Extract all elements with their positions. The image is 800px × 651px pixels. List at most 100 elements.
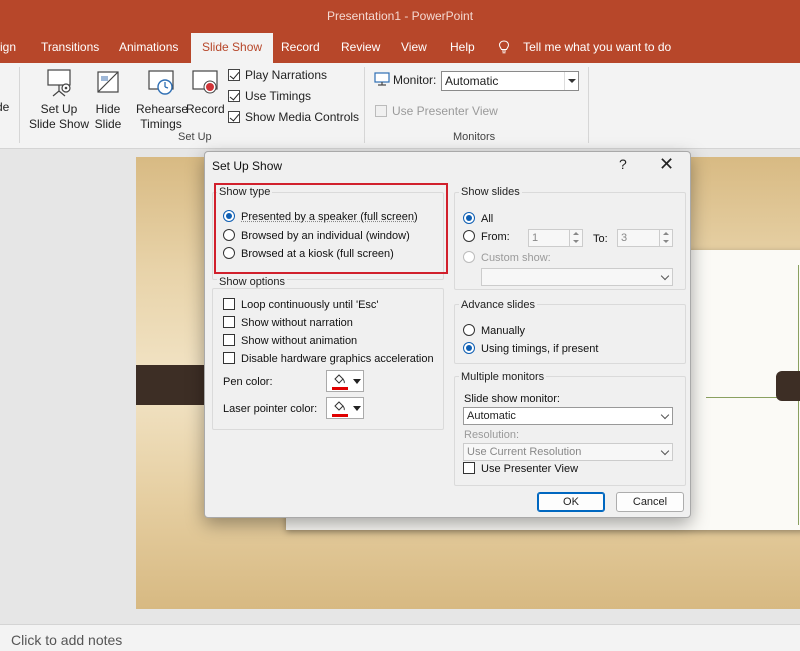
laser-color-swatch: [332, 414, 348, 417]
chevron-down-icon: [662, 449, 670, 455]
radio-from-slides[interactable]: From:: [463, 229, 510, 247]
notes-placeholder: Click to add notes: [11, 632, 122, 648]
use-presenter-view-dialog-checkbox[interactable]: Use Presenter View: [463, 461, 578, 479]
radio-manually[interactable]: Manually: [463, 323, 525, 341]
use-timings-label: Use Timings: [245, 89, 311, 103]
record-button[interactable]: Record: [186, 67, 224, 117]
tab-review[interactable]: Review: [330, 33, 391, 63]
rehearse-line2: Timings: [136, 117, 186, 132]
play-narrations-check[interactable]: [228, 69, 240, 81]
tab-view[interactable]: View: [390, 33, 438, 63]
slide-show-monitor-select[interactable]: Automatic: [463, 407, 673, 425]
ok-button[interactable]: OK: [537, 492, 605, 512]
custom-show-select[interactable]: [481, 268, 673, 286]
radio-button[interactable]: [463, 212, 475, 224]
slide-decor-knob: [776, 371, 800, 401]
resolution-select[interactable]: Use Current Resolution: [463, 443, 673, 461]
disable-hw-label: Disable hardware graphics acceleration: [241, 353, 434, 365]
tab-slide-show[interactable]: Slide Show: [191, 33, 273, 64]
play-narrations-checkbox[interactable]: Play Narrations: [228, 67, 327, 85]
hide-slide-line2: Slide: [91, 117, 125, 132]
help-icon[interactable]: ?: [619, 156, 627, 172]
radio-using-timings[interactable]: Using timings, if present: [463, 341, 598, 359]
to-spinner[interactable]: 3: [617, 229, 673, 247]
tell-me-label: Tell me what you want to do: [523, 40, 671, 54]
show-media-controls-checkbox[interactable]: Show Media Controls: [228, 109, 359, 127]
show-media-controls-label: Show Media Controls: [245, 110, 359, 124]
ribbon: de Set Up Slide Show Hide Slide Rehear: [0, 63, 800, 149]
record-icon: [189, 67, 221, 99]
no-narration-check[interactable]: [223, 316, 235, 328]
show-slides-title: Show slides: [459, 186, 522, 198]
setup-show-line2: Slide Show: [28, 117, 90, 132]
setup-slide-show-button[interactable]: Set Up Slide Show: [28, 67, 90, 132]
to-label: To:: [593, 231, 608, 249]
disable-hw-check[interactable]: [223, 352, 235, 364]
spinner-arrows-icon[interactable]: [569, 230, 582, 246]
paint-bucket-icon: [332, 401, 346, 413]
lightbulb-icon: [498, 40, 510, 54]
dropdown-caret-icon: [353, 406, 361, 411]
to-value: 3: [621, 232, 627, 244]
radio-button[interactable]: [463, 342, 475, 354]
ribbon-tabs: ign Transitions Animations Slide Show Re…: [0, 33, 800, 63]
laser-color-label: Laser pointer color:: [223, 401, 317, 419]
show-media-controls-check[interactable]: [228, 111, 240, 123]
use-timings-check[interactable]: [228, 90, 240, 102]
radio-custom-show[interactable]: Custom show:: [463, 250, 551, 268]
radio-label: Custom show:: [481, 252, 551, 264]
tab-record[interactable]: Record: [270, 33, 331, 63]
tab-animations[interactable]: Animations: [108, 33, 189, 63]
presenter-view-check[interactable]: [463, 462, 475, 474]
no-narration-label: Show without narration: [241, 317, 353, 329]
loop-label: Loop continuously until 'Esc': [241, 299, 379, 311]
radio-button[interactable]: [463, 251, 475, 263]
laser-color-picker[interactable]: [326, 397, 364, 419]
no-animation-check[interactable]: [223, 334, 235, 346]
radio-label: Using timings, if present: [481, 343, 598, 355]
paint-bucket-icon: [332, 374, 346, 386]
record-line1: Record: [186, 102, 224, 117]
no-animation-checkbox[interactable]: Show without animation: [223, 333, 357, 351]
chevron-down-icon[interactable]: [564, 72, 578, 90]
monitor-select[interactable]: Automatic: [441, 71, 579, 91]
from-spinner[interactable]: 1: [528, 229, 583, 247]
tab-design[interactable]: ign: [0, 33, 27, 63]
spinner-arrows-icon[interactable]: [659, 230, 672, 246]
show-options-title: Show options: [217, 276, 287, 288]
from-value: 1: [532, 232, 538, 244]
disable-hw-accel-checkbox[interactable]: Disable hardware graphics acceleration: [223, 351, 434, 369]
radio-all-slides[interactable]: All: [463, 211, 493, 229]
close-icon[interactable]: ✕: [659, 154, 674, 175]
hide-slide-button[interactable]: Hide Slide: [91, 67, 125, 132]
slide-show-monitor-value: Automatic: [467, 410, 516, 422]
tab-transitions[interactable]: Transitions: [30, 33, 110, 63]
presenter-view-label: Use Presenter View: [481, 463, 578, 475]
cancel-button[interactable]: Cancel: [616, 492, 684, 512]
rehearse-timings-button[interactable]: Rehearse Timings: [136, 67, 186, 132]
use-presenter-view-checkbox[interactable]: Use Presenter View: [375, 103, 498, 121]
setup-show-icon: [43, 67, 75, 99]
use-timings-checkbox[interactable]: Use Timings: [228, 88, 311, 106]
resolution-value: Use Current Resolution: [467, 446, 581, 458]
loop-check[interactable]: [223, 298, 235, 310]
notes-pane[interactable]: Click to add notes: [0, 624, 800, 651]
play-narrations-label: Play Narrations: [245, 68, 327, 82]
radio-button[interactable]: [463, 324, 475, 336]
monitors-group-label: Monitors: [453, 131, 495, 143]
tell-me-search[interactable]: Tell me what you want to do: [498, 33, 671, 63]
radio-button[interactable]: [463, 230, 475, 242]
setup-show-line1: Set Up: [28, 102, 90, 117]
no-narration-checkbox[interactable]: Show without narration: [223, 315, 353, 333]
annotation-highlight-box: [214, 183, 448, 274]
tab-help[interactable]: Help: [439, 33, 486, 63]
rehearse-line1: Rehearse: [136, 102, 186, 117]
loop-checkbox[interactable]: Loop continuously until 'Esc': [223, 297, 379, 315]
dropdown-caret-icon: [353, 379, 361, 384]
radio-label: From:: [481, 231, 510, 243]
pen-color-picker[interactable]: [326, 370, 364, 392]
use-presenter-view-check[interactable]: [375, 105, 387, 117]
monitor-label: Monitor:: [393, 73, 436, 87]
rehearse-timings-icon: [145, 67, 177, 99]
monitor-icon: [374, 72, 390, 86]
